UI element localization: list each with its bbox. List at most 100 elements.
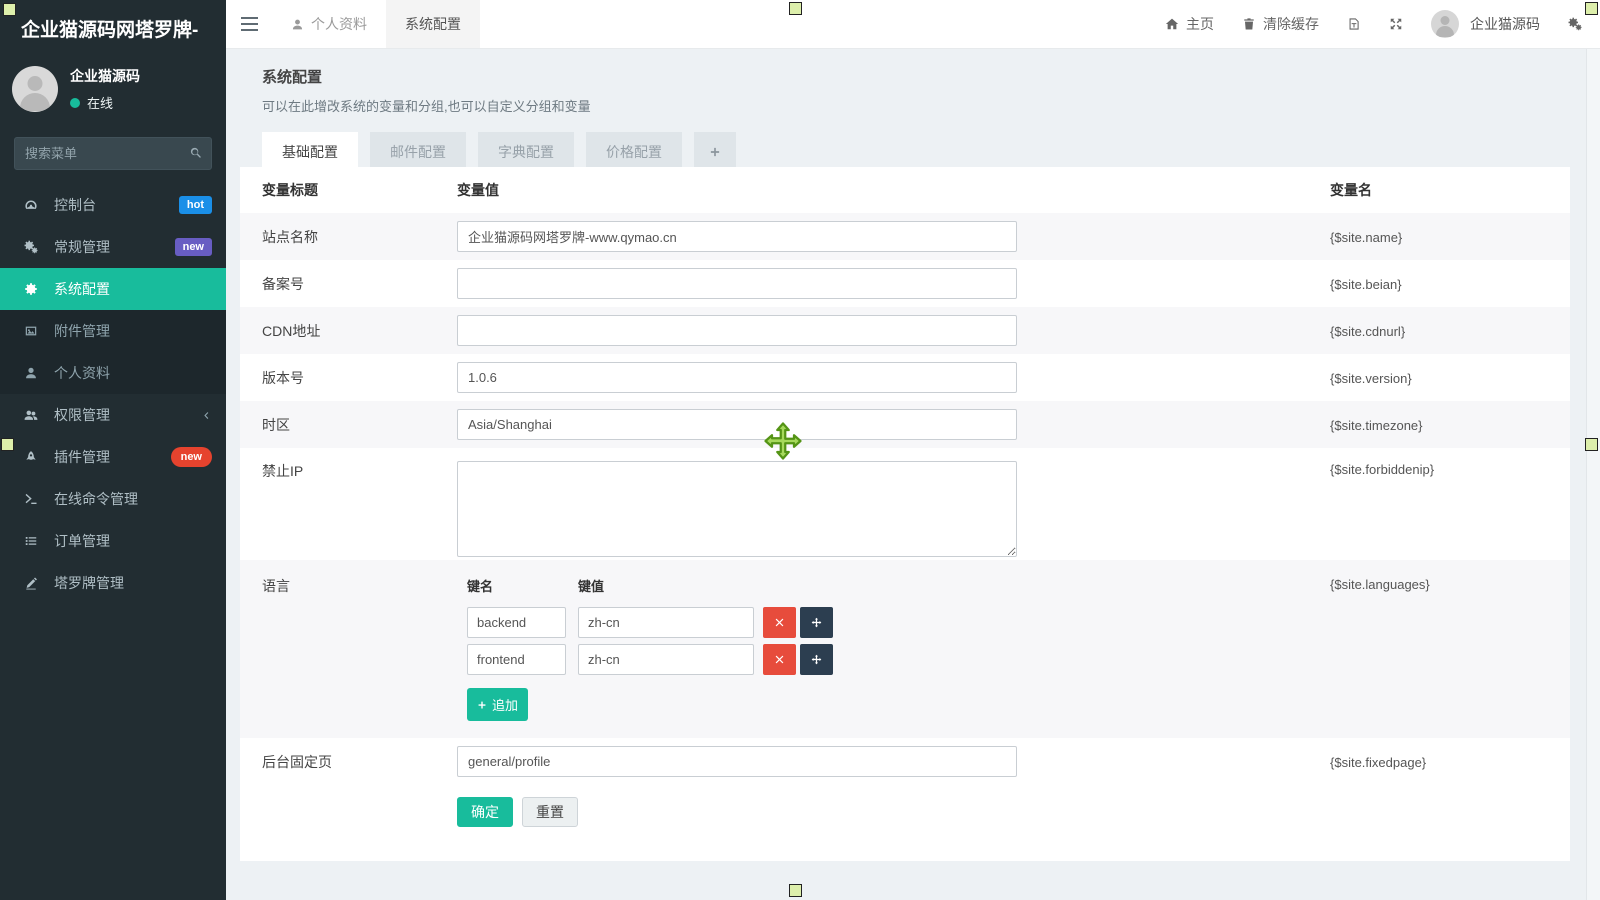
cogs-icon [24,240,45,254]
user-status: 在线 [87,93,113,112]
variable-name: {$site.languages} [1330,577,1430,592]
col-header-name: 变量名 [1330,180,1570,200]
avatar [12,66,58,112]
selection-handle-middle-right[interactable] [1585,438,1598,451]
field-label: 后台固定页 [240,752,457,772]
sidebar-item-orders[interactable]: 订单管理 [0,520,226,562]
user-panel: 企业猫源码 在线 [0,44,226,122]
sidebar-item-general[interactable]: 常规管理 new [0,226,226,268]
variable-name: {$site.cdnurl} [1330,324,1405,339]
col-header-title: 变量标题 [240,180,457,200]
chevron-left-icon [201,410,212,421]
beian-input[interactable] [457,268,1017,299]
new-badge: new [175,238,212,256]
tab-price-config[interactable]: 价格配置 [586,132,682,172]
avatar [1431,10,1459,38]
scrollbar-track[interactable] [1586,49,1600,900]
user-name: 企业猫源码 [70,66,140,86]
sidebar-item-label: 在线命令管理 [54,489,138,509]
image-icon [24,324,45,338]
delete-entry-button[interactable] [763,644,796,675]
tab-dictionary-config[interactable]: 字典配置 [478,132,574,172]
sidebar-item-attachments[interactable]: 附件管理 [0,310,226,352]
sidebar: 企业猫源码网塔罗牌- 企业猫源码 在线 控制台 hot 常规管理 new 系统配… [0,0,226,900]
tab-label: 系统配置 [405,14,461,34]
hot-badge: hot [179,196,212,214]
sidebar-item-label: 常规管理 [54,237,110,257]
field-label: 禁止IP [240,461,457,481]
language-switcher[interactable] [1347,17,1361,31]
tab-basic-config[interactable]: 基础配置 [262,132,358,172]
timezone-input[interactable] [457,409,1017,440]
drag-entry-button[interactable] [800,644,833,675]
sidebar-item-label: 权限管理 [54,405,110,425]
topbar: 个人资料 系统配置 主页 清除缓存 企业猫源码 [226,0,1600,49]
home-label: 主页 [1186,14,1214,34]
sidebar-item-online-commands[interactable]: 在线命令管理 [0,478,226,520]
sidebar-item-dashboard[interactable]: 控制台 hot [0,184,226,226]
sidebar-item-plugins[interactable]: 插件管理 new [0,436,226,478]
sidebar-item-profile[interactable]: 个人资料 [0,352,226,394]
selection-handle-bottom-center[interactable] [789,884,802,897]
home-link[interactable]: 主页 [1165,14,1214,34]
menu-search-input[interactable] [14,137,212,170]
home-icon [1165,17,1179,31]
tab-system-config[interactable]: 系统配置 [386,0,480,48]
version-input[interactable] [457,362,1017,393]
selection-handle-top-left[interactable] [3,3,16,16]
drag-entry-button[interactable] [800,607,833,638]
move-icon [811,654,822,665]
fullscreen-button[interactable] [1389,17,1403,31]
lang-key-input[interactable] [467,607,566,638]
variable-name: {$site.fixedpage} [1330,755,1426,770]
lang-value-input[interactable] [578,607,754,638]
field-label: 时区 [240,415,457,435]
dashboard-icon [24,198,45,212]
field-label: CDN地址 [240,321,457,341]
lang-key-input[interactable] [467,644,566,675]
online-dot-icon [70,98,80,108]
forbidden-ip-textarea[interactable] [457,461,1017,557]
key-value-header: 键值 [578,576,604,595]
users-icon [24,408,45,422]
selection-handle-middle-left[interactable] [1,438,14,451]
user-menu[interactable]: 企业猫源码 [1431,10,1540,38]
table-row: 语言 键名 键值 [240,560,1570,738]
submit-button[interactable]: 确定 [457,797,513,827]
sidebar-item-tarot[interactable]: 塔罗牌管理 [0,562,226,604]
selection-handle-top-right[interactable] [1585,2,1598,15]
sidebar-item-permissions[interactable]: 权限管理 [0,394,226,436]
tab-profile[interactable]: 个人资料 [272,0,386,48]
sidebar-toggle-button[interactable] [226,0,272,48]
selection-handle-top-center[interactable] [789,2,802,15]
close-icon [774,617,785,628]
list-icon [24,534,45,548]
table-header: 变量标题 变量值 变量名 [240,167,1570,213]
settings-menu[interactable] [1568,17,1582,31]
add-group-tab[interactable] [694,132,736,172]
reset-button[interactable]: 重置 [522,797,578,827]
clear-cache-button[interactable]: 清除缓存 [1242,14,1319,34]
variable-name: {$site.beian} [1330,277,1402,292]
rocket-icon [24,450,45,464]
append-entry-button[interactable]: 追加 [467,688,528,721]
fixed-page-input[interactable] [457,746,1017,777]
tab-email-config[interactable]: 邮件配置 [370,132,466,172]
field-label: 版本号 [240,368,457,388]
clear-cache-label: 清除缓存 [1263,14,1319,34]
variable-name: {$site.timezone} [1330,418,1423,433]
variable-name: {$site.name} [1330,230,1402,245]
move-cursor-icon[interactable] [763,421,803,461]
sidebar-item-label: 控制台 [54,195,96,215]
sidebar-item-system-config[interactable]: 系统配置 [0,268,226,310]
delete-entry-button[interactable] [763,607,796,638]
site-name-input[interactable] [457,221,1017,252]
gears-icon [1568,17,1582,31]
pen-icon [24,576,45,590]
cdn-url-input[interactable] [457,315,1017,346]
language-icon [1347,17,1361,31]
variable-name: {$site.forbiddenip} [1330,462,1434,477]
lang-value-input[interactable] [578,644,754,675]
sidebar-item-label: 系统配置 [54,279,110,299]
expand-icon [1389,17,1403,31]
